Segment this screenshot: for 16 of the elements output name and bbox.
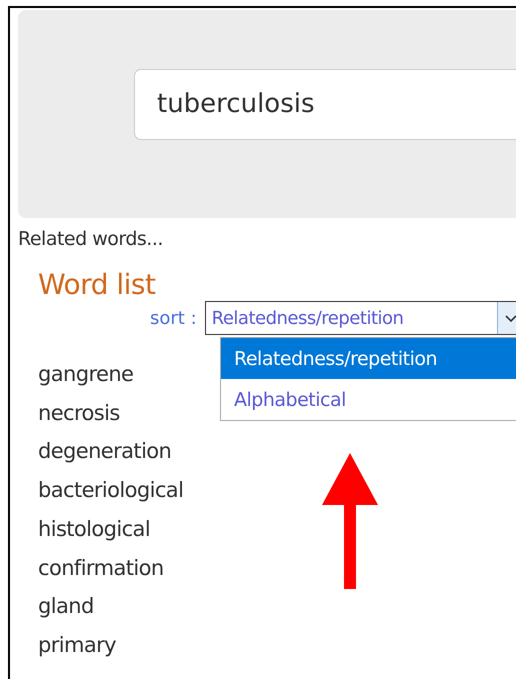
word-list-heading: Word list <box>38 268 156 301</box>
word-list-item: gland <box>38 593 94 620</box>
sort-option[interactable]: Relatedness/repetition <box>221 338 516 379</box>
word-list-item: histological <box>38 516 150 543</box>
word-list-item: degeneration <box>38 438 172 466</box>
word-list-item: confirmation <box>38 554 164 582</box>
word-list-item: bacteriological <box>38 477 184 504</box>
up-arrow-icon <box>320 453 380 589</box>
related-words-label: Related words... <box>18 228 164 250</box>
search-field[interactable]: tuberculosis <box>134 68 516 140</box>
sort-label: sort : <box>150 308 197 328</box>
word-list-item: primary <box>38 632 116 659</box>
word-list-item: gangrene <box>38 361 134 388</box>
sort-dropdown[interactable]: Relatedness/repetition <box>204 301 516 335</box>
chevron-down-icon <box>496 302 516 334</box>
word-list-item: necrosis <box>38 400 120 427</box>
